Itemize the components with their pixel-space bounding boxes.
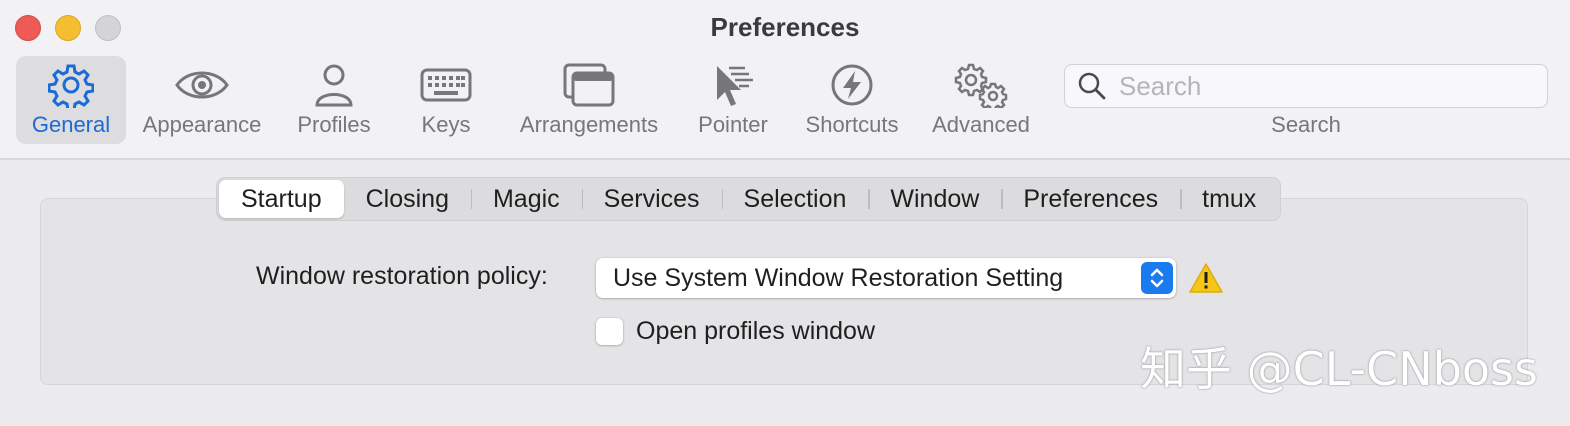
restoration-policy-value: Use System Window Restoration Setting bbox=[613, 263, 1064, 292]
tab-preferences[interactable]: Preferences bbox=[1001, 180, 1180, 218]
toolbar-item-advanced[interactable]: Advanced bbox=[926, 56, 1036, 144]
pointer-icon bbox=[705, 60, 761, 110]
warning-icon[interactable] bbox=[1188, 262, 1224, 294]
tab-selection[interactable]: Selection bbox=[721, 180, 869, 218]
open-profiles-checkbox[interactable] bbox=[596, 318, 623, 345]
toolbar-item-general[interactable]: General bbox=[16, 56, 126, 144]
gear-icon bbox=[43, 60, 99, 110]
restoration-policy-label: Window restoration policy: bbox=[256, 262, 548, 290]
toolbar-label-general: General bbox=[31, 112, 111, 137]
person-icon bbox=[306, 60, 362, 110]
toolbar-item-arrangements[interactable]: Arrangements bbox=[512, 56, 666, 144]
open-profiles-label: Open profiles window bbox=[636, 317, 876, 345]
gears-icon bbox=[953, 60, 1009, 110]
search-input[interactable] bbox=[1119, 70, 1519, 102]
tab-startup[interactable]: Startup bbox=[219, 180, 344, 218]
search-field[interactable] bbox=[1064, 64, 1548, 108]
toolbar-item-shortcuts[interactable]: Shortcuts bbox=[798, 56, 906, 144]
toolbar-label-appearance: Appearance bbox=[142, 112, 262, 137]
eye-icon bbox=[174, 60, 230, 110]
restoration-policy-select[interactable]: Use System Window Restoration Setting bbox=[596, 258, 1176, 298]
bolt-icon bbox=[824, 60, 880, 110]
toolbar-item-keys[interactable]: Keys bbox=[410, 56, 482, 144]
tab-services[interactable]: Services bbox=[581, 180, 722, 218]
toolbar-label-profiles: Profiles bbox=[297, 112, 371, 137]
tab-closing[interactable]: Closing bbox=[344, 180, 471, 218]
toolbar: Preferences General Appearance Profiles … bbox=[0, 0, 1570, 160]
toolbar-item-pointer[interactable]: Pointer bbox=[692, 56, 774, 144]
search-icon bbox=[1078, 72, 1106, 100]
tab-tmux[interactable]: tmux bbox=[1180, 180, 1278, 218]
preferences-window: Preferences General Appearance Profiles … bbox=[0, 0, 1570, 426]
toolbar-label-shortcuts: Shortcuts bbox=[805, 112, 899, 137]
search-caption: Search bbox=[1271, 112, 1341, 137]
toolbar-label-arrangements: Arrangements bbox=[519, 112, 659, 137]
toolbar-item-profiles[interactable]: Profiles bbox=[290, 56, 378, 144]
windows-icon bbox=[561, 60, 617, 110]
tab-bar: Startup Closing Magic Services Selection… bbox=[216, 177, 1282, 221]
watermark: 知乎 @CL-CNboss bbox=[1140, 342, 1538, 396]
updown-chevron-icon bbox=[1141, 262, 1173, 294]
keyboard-icon bbox=[418, 60, 474, 110]
toolbar-label-pointer: Pointer bbox=[698, 112, 768, 137]
tab-magic[interactable]: Magic bbox=[470, 180, 582, 218]
window-title: Preferences bbox=[710, 12, 860, 42]
toolbar-item-appearance[interactable]: Appearance bbox=[138, 56, 266, 144]
tab-window[interactable]: Window bbox=[868, 180, 1001, 218]
toolbar-label-keys: Keys bbox=[421, 112, 471, 137]
toolbar-label-advanced: Advanced bbox=[932, 112, 1030, 137]
